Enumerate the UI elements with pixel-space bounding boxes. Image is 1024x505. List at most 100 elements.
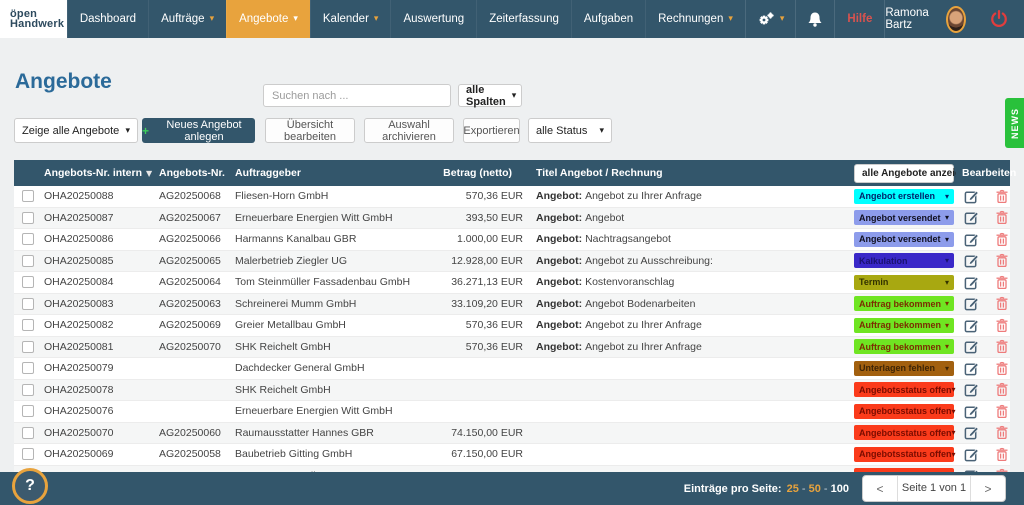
entries-option-25[interactable]: 25 (787, 483, 799, 495)
edit-icon[interactable] (964, 210, 979, 225)
edit-icon[interactable] (964, 382, 979, 397)
status-badge-select[interactable]: Unterlagen fehlen ▾ (854, 361, 954, 376)
table-row: OHA20250088 AG20250068 Fliesen-Horn GmbH… (14, 186, 1010, 208)
row-checkbox[interactable] (22, 405, 34, 417)
delete-icon[interactable] (995, 189, 1010, 204)
edit-icon[interactable] (964, 404, 979, 419)
edit-icon[interactable] (964, 339, 979, 354)
header-betrag[interactable]: Betrag (netto) (349, 160, 523, 186)
row-checkbox[interactable] (22, 448, 34, 460)
search-input[interactable] (263, 84, 451, 107)
status-badge-select[interactable]: Angebotsstatus offen ▾ (854, 447, 954, 462)
delete-icon[interactable] (995, 339, 1010, 354)
status-filter-select[interactable]: alle Status ▾ (528, 118, 612, 143)
entries-option-50[interactable]: 50 (809, 483, 821, 495)
delete-icon[interactable] (995, 253, 1010, 268)
cell-titel: Angebot: Angebot Bodenarbeiten (536, 294, 851, 315)
nav-item-zeiterfassung[interactable]: Zeiterfassung (476, 0, 571, 38)
notifications-button[interactable] (795, 0, 834, 38)
row-checkbox[interactable] (22, 341, 34, 353)
delete-icon[interactable] (995, 425, 1010, 440)
status-badge-select[interactable]: Angebot versendet ▾ (854, 210, 954, 225)
header-titel[interactable]: Titel Angebot / Rechnung (536, 160, 851, 186)
header-angebots-nr-intern[interactable]: Angebots-Nr. intern ▼ (44, 160, 156, 186)
nav-item-dashboard[interactable]: Dashboard (67, 0, 148, 38)
logout-button[interactable] (990, 10, 1008, 28)
nav-item-auftrge[interactable]: Aufträge▾ (148, 0, 226, 38)
avatar[interactable] (946, 6, 966, 33)
status-badge-select[interactable]: Termin ▾ (854, 275, 954, 290)
status-badge-select[interactable]: Angebotsstatus offen ▾ (854, 404, 954, 419)
archive-selection-button[interactable]: Auswahl archivieren (364, 118, 454, 143)
nav-item-aufgaben[interactable]: Aufgaben (571, 0, 645, 38)
new-offer-button[interactable]: + Neues Angebot anlegen (142, 118, 255, 143)
settings-menu[interactable]: ▾ (745, 0, 796, 38)
delete-icon[interactable] (995, 318, 1010, 333)
row-checkbox[interactable] (22, 276, 34, 288)
cell-titel (536, 380, 851, 401)
row-checkbox[interactable] (22, 212, 34, 224)
edit-icon[interactable] (964, 275, 979, 290)
delete-icon[interactable] (995, 232, 1010, 247)
nav-item-angebote[interactable]: Angebote▾ (226, 0, 310, 38)
show-filter-select[interactable]: Zeige alle Angebote ▾ (14, 118, 138, 143)
row-checkbox[interactable] (22, 190, 34, 202)
status-badge-select[interactable]: Kalkulation ▾ (854, 253, 954, 268)
export-button[interactable]: Exportieren (463, 118, 520, 143)
entries-option-100[interactable]: 100 (831, 483, 849, 495)
row-checkbox[interactable] (22, 255, 34, 267)
delete-icon[interactable] (995, 275, 1010, 290)
row-checkbox[interactable] (22, 233, 34, 245)
edit-icon[interactable] (964, 253, 979, 268)
app-logo[interactable]: öpen Handwerk (0, 0, 67, 38)
status-badge-select[interactable]: Auftrag bekommen ▾ (854, 318, 954, 333)
cell-titel: Angebot: Kostenvoranschlag (536, 272, 851, 293)
edit-icon[interactable] (964, 189, 979, 204)
row-checkbox[interactable] (22, 384, 34, 396)
status-badge-select[interactable]: Auftrag bekommen ▾ (854, 339, 954, 354)
help-link[interactable]: Hilfe (834, 0, 885, 38)
row-checkbox[interactable] (22, 298, 34, 310)
delete-icon[interactable] (995, 361, 1010, 376)
row-checkbox[interactable] (22, 427, 34, 439)
delete-icon[interactable] (995, 382, 1010, 397)
nav-item-kalender[interactable]: Kalender▾ (310, 0, 391, 38)
row-checkbox[interactable] (22, 319, 34, 331)
delete-icon[interactable] (995, 210, 1010, 225)
edit-icon[interactable] (964, 447, 979, 462)
status-badge-select[interactable]: Angebotsstatus offen ▾ (854, 425, 954, 440)
news-tab[interactable]: NEWS (1005, 98, 1024, 148)
table-status-filter-select[interactable]: alle Angebote anzeigen ▾ (854, 164, 954, 183)
logo-line1: öpen (10, 9, 67, 19)
user-name[interactable]: Ramona Bartz (885, 7, 936, 31)
cell-angebots-nr: AG20250067 (159, 208, 233, 229)
status-badge-select[interactable]: Angebot erstellen ▾ (854, 189, 954, 204)
cell-betrag (349, 358, 523, 379)
delete-icon[interactable] (995, 296, 1010, 311)
cell-angebots-nr-intern: OHA20250082 (44, 315, 156, 336)
edit-overview-button[interactable]: Übersicht bearbeiten (265, 118, 355, 143)
delete-icon[interactable] (995, 404, 1010, 419)
nav-item-rechnungen[interactable]: Rechnungen▾ (645, 0, 745, 38)
next-page-button[interactable]: > (971, 482, 1005, 496)
nav-item-auswertung[interactable]: Auswertung (390, 0, 476, 38)
edit-icon[interactable] (964, 425, 979, 440)
edit-icon[interactable] (964, 318, 979, 333)
header-angebots-nr[interactable]: Angebots-Nr. (159, 160, 233, 186)
row-checkbox[interactable] (22, 362, 34, 374)
edit-icon[interactable] (964, 296, 979, 311)
status-badge-select[interactable]: Auftrag bekommen ▾ (854, 296, 954, 311)
columns-select[interactable]: alle Spalten ▾ (458, 84, 522, 107)
cell-angebots-nr (159, 358, 233, 379)
delete-icon[interactable] (995, 447, 1010, 462)
plus-icon: + (142, 124, 149, 138)
cell-betrag: 393,50 EUR (349, 208, 523, 229)
edit-icon[interactable] (964, 232, 979, 247)
cell-titel (536, 358, 851, 379)
status-badge-select[interactable]: Angebotsstatus offen ▾ (854, 382, 954, 397)
status-badge-select[interactable]: Angebot versendet ▾ (854, 232, 954, 247)
prev-page-button[interactable]: < (863, 482, 897, 496)
pagination: < Seite 1 von 1 > (862, 475, 1006, 502)
edit-icon[interactable] (964, 361, 979, 376)
help-bubble-button[interactable]: ? (12, 468, 48, 504)
